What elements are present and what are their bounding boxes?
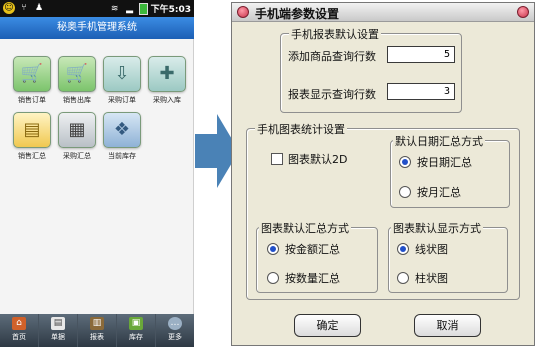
battery-icon bbox=[138, 2, 148, 15]
group-title: 默认日期汇总方式 bbox=[393, 133, 485, 149]
ok-button[interactable]: 确定 bbox=[294, 314, 361, 337]
inventory-icon: ▣ bbox=[129, 317, 143, 330]
notification-icon: ☺ bbox=[3, 2, 15, 14]
android-icon: ♟ bbox=[34, 3, 44, 13]
default-2d-checkbox[interactable]: 图表默认2D bbox=[271, 151, 347, 167]
radio-bar-chart[interactable]: 柱状图 bbox=[397, 270, 448, 286]
group-title: 图表默认显示方式 bbox=[391, 220, 483, 236]
stroller-icon: 🛒 bbox=[58, 56, 96, 92]
calculator-icon: ▦ bbox=[58, 112, 96, 148]
app-icon bbox=[237, 6, 249, 18]
bottom-tab-bar: ⌂ 首页 ▤ 单据 ▥ 报表 ▣ 库存 … 更多 bbox=[0, 314, 194, 347]
report-rows-input[interactable]: 3 bbox=[387, 83, 455, 100]
tab-documents[interactable]: ▤ 单据 bbox=[39, 314, 78, 347]
default-2d-label: 图表默认2D bbox=[288, 153, 348, 166]
radio-by-date[interactable]: 按日期汇总 bbox=[399, 154, 472, 170]
tab-inventory[interactable]: ▣ 库存 bbox=[117, 314, 156, 347]
tile-label: 采购订单 bbox=[108, 96, 136, 104]
radio-line-chart[interactable]: 线状图 bbox=[397, 241, 448, 257]
tile-sales-outbound[interactable]: 🛒 销售出库 bbox=[55, 56, 99, 105]
folder-icon: ▤ bbox=[13, 112, 51, 148]
stroller-icon: 🛒 bbox=[13, 56, 51, 92]
home-icon: ⌂ bbox=[12, 317, 26, 330]
tile-purchase-inbound[interactable]: ✚ 采购入库 bbox=[145, 56, 189, 105]
tab-label: 报表 bbox=[90, 333, 104, 341]
product-rows-label: 添加商品查询行数 bbox=[288, 50, 376, 63]
document-icon: ▤ bbox=[51, 317, 65, 330]
cart-icon: ⇩ bbox=[103, 56, 141, 92]
tile-label: 销售出库 bbox=[63, 96, 91, 104]
radio-label: 按月汇总 bbox=[417, 186, 461, 199]
radio-label: 按金额汇总 bbox=[285, 243, 340, 256]
tab-label: 单据 bbox=[51, 333, 65, 341]
radio-label: 按数量汇总 bbox=[285, 272, 340, 285]
tab-label: 库存 bbox=[129, 333, 143, 341]
status-bar: ☺ ⑂ ♟ ≋ ▂ 下午5:03 bbox=[0, 0, 194, 17]
tile-label: 采购汇总 bbox=[63, 152, 91, 160]
tab-home[interactable]: ⌂ 首页 bbox=[0, 314, 39, 347]
cancel-button[interactable]: 取消 bbox=[414, 314, 481, 337]
radio-label: 按日期汇总 bbox=[417, 156, 472, 169]
radio-label: 柱状图 bbox=[415, 272, 448, 285]
product-rows-input[interactable]: 5 bbox=[387, 46, 455, 63]
phone-screen: ☺ ⑂ ♟ ≋ ▂ 下午5:03 秘奥手机管理系统 🛒 销售订单 🛒 销售出库 … bbox=[0, 0, 194, 347]
group-title: 图表默认汇总方式 bbox=[259, 220, 351, 236]
radio-dot[interactable] bbox=[267, 243, 279, 255]
more-icon: … bbox=[168, 317, 182, 330]
checkbox-box[interactable] bbox=[271, 153, 283, 165]
tab-label: 首页 bbox=[12, 333, 26, 341]
radio-dot[interactable] bbox=[267, 272, 279, 284]
tile-label: 采购入库 bbox=[153, 96, 181, 104]
tab-label: 更多 bbox=[168, 333, 182, 341]
radio-label: 线状图 bbox=[415, 243, 448, 256]
tab-reports[interactable]: ▥ 报表 bbox=[78, 314, 117, 347]
tile-sales-summary[interactable]: ▤ 销售汇总 bbox=[10, 112, 54, 161]
status-time: 下午5:03 bbox=[150, 5, 191, 15]
cart-plus-icon: ✚ bbox=[148, 56, 186, 92]
report-rows-label: 报表显示查询行数 bbox=[288, 88, 376, 101]
group-title: 手机图表统计设置 bbox=[255, 121, 347, 137]
close-icon[interactable] bbox=[517, 6, 529, 18]
boxes-icon: ❖ bbox=[103, 112, 141, 148]
group-title: 手机报表默认设置 bbox=[289, 26, 381, 42]
tile-current-stock[interactable]: ❖ 当前库存 bbox=[100, 112, 144, 161]
wifi-icon: ≋ bbox=[110, 3, 119, 14]
tile-sales-order[interactable]: 🛒 销售订单 bbox=[10, 56, 54, 105]
usb-icon: ⑂ bbox=[21, 3, 27, 13]
settings-dialog: 手机端参数设置 手机报表默认设置 添加商品查询行数 5 报表显示查询行数 3 手… bbox=[231, 2, 535, 346]
radio-dot[interactable] bbox=[399, 186, 411, 198]
radio-by-amount[interactable]: 按金额汇总 bbox=[267, 241, 340, 257]
radio-dot[interactable] bbox=[399, 156, 411, 168]
tile-label: 当前库存 bbox=[108, 152, 136, 160]
dialog-titlebar: 手机端参数设置 bbox=[232, 3, 534, 22]
radio-dot[interactable] bbox=[397, 243, 409, 255]
tile-purchase-summary[interactable]: ▦ 采购汇总 bbox=[55, 112, 99, 161]
radio-by-quantity[interactable]: 按数量汇总 bbox=[267, 270, 340, 286]
books-icon: ▥ bbox=[90, 317, 104, 330]
tile-purchase-order[interactable]: ⇩ 采购订单 bbox=[100, 56, 144, 105]
tab-more[interactable]: … 更多 bbox=[156, 314, 194, 347]
radio-dot[interactable] bbox=[397, 272, 409, 284]
tile-label: 销售汇总 bbox=[18, 152, 46, 160]
app-title: 秘奥手机管理系统 bbox=[0, 17, 194, 39]
signal-icon: ▂ bbox=[126, 3, 134, 14]
radio-by-month[interactable]: 按月汇总 bbox=[399, 184, 461, 200]
tile-label: 销售订单 bbox=[18, 96, 46, 104]
dialog-title: 手机端参数设置 bbox=[255, 7, 340, 21]
